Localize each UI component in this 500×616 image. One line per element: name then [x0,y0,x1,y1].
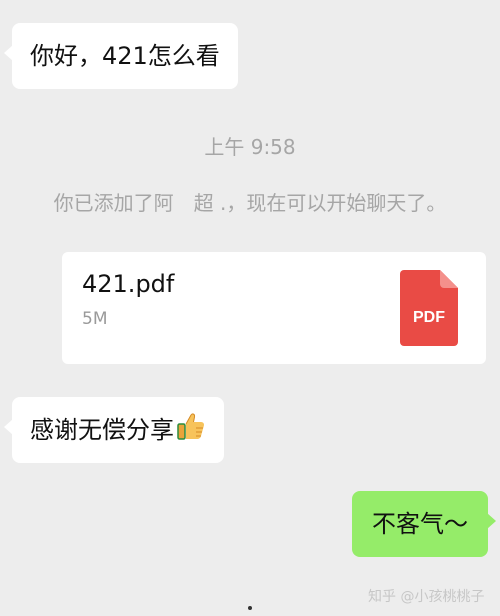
pdf-type-label: PDF [413,309,445,326]
watermark: 知乎 @小孩桃桃子 [368,589,485,605]
file-message-card[interactable]: 421.pdf 5M PDF [62,252,486,364]
system-notice: 你已添加了阿 超 .，现在可以开始聊天了。 [53,191,447,215]
incoming-message-bubble[interactable]: 感谢无偿分享 [4,397,224,463]
file-name: 421.pdf [82,270,175,298]
thumbs-up-icon [176,411,206,449]
message-text: 你好，421怎么看 [30,42,220,70]
page-dot [248,606,252,610]
file-size: 5M [82,309,108,329]
message-text: 不客气～ [372,510,468,538]
message-text: 感谢无偿分享 [30,416,174,444]
outgoing-message-bubble[interactable]: 不客气～ [352,491,496,557]
incoming-message-bubble[interactable]: 你好，421怎么看 [4,23,238,89]
pdf-file-icon: PDF [400,270,458,346]
chat-timestamp: 上午 9:58 [204,135,296,159]
